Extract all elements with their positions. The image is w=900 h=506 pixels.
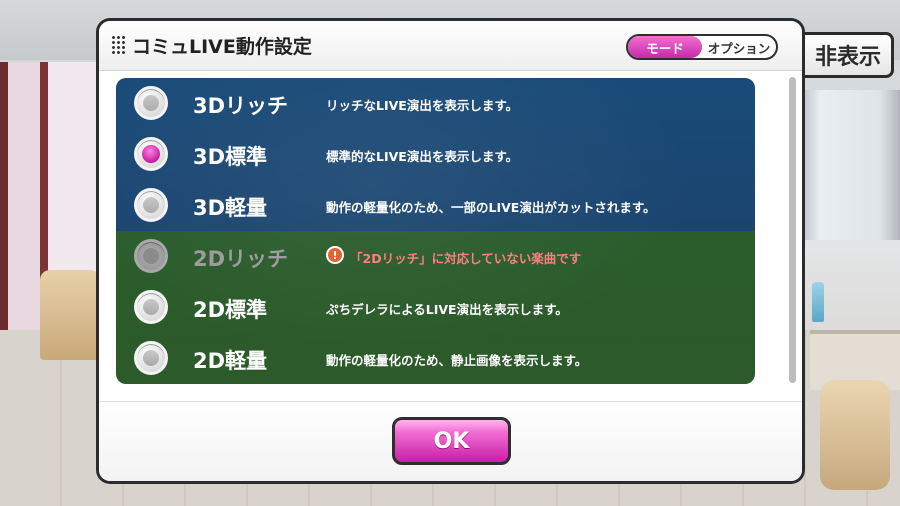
dialog-title: コミュLIVE動作設定 [132, 36, 312, 58]
radio-button[interactable] [134, 341, 168, 375]
option-warning: 「2Dリッチ」に対応していない楽曲です [350, 251, 582, 266]
option-label: 2Dリッチ [193, 247, 289, 271]
warning-icon: ! [326, 246, 344, 264]
tab-option[interactable]: オプション [702, 36, 776, 58]
option-description: 動作の軽量化のため、一部のLIVE演出がカットされます。 [326, 200, 656, 215]
options-panel: 3Dリッチ リッチなLIVE演出を表示します。 3D標準 標準的なLIVE演出を… [116, 78, 755, 384]
option-description: 標準的なLIVE演出を表示します。 [326, 149, 519, 164]
option-row-3d-standard[interactable]: 3D標準 標準的なLIVE演出を表示します。 [116, 129, 755, 180]
option-description: ぷちデレラによるLIVE演出を表示します。 [326, 302, 568, 317]
dialog-header: コミュLIVE動作設定 モード オプション [99, 21, 802, 71]
scrollbar-thumb[interactable] [789, 77, 796, 383]
option-description: リッチなLIVE演出を表示します。 [326, 98, 519, 113]
option-label: 3D標準 [193, 145, 268, 169]
background-window-right [800, 90, 900, 240]
radio-button[interactable] [134, 86, 168, 120]
option-row-3d-light[interactable]: 3D軽量 動作の軽量化のため、一部のLIVE演出がカットされます。 [116, 180, 755, 231]
grip-icon [111, 35, 125, 55]
radio-button-selected[interactable] [134, 137, 168, 171]
option-row-2d-rich: 2Dリッチ ! 「2Dリッチ」に対応していない楽曲です [116, 231, 755, 282]
option-row-2d-standard[interactable]: 2D標準 ぷちデレラによるLIVE演出を表示します。 [116, 282, 755, 333]
radio-button[interactable] [134, 290, 168, 324]
settings-dialog: コミュLIVE動作設定 モード オプション 3Dリッチ リッチなLIVE演出を表… [96, 18, 805, 484]
background-chair [40, 270, 100, 360]
background-bottle [812, 282, 824, 322]
option-label: 3D軽量 [193, 196, 268, 220]
background-chair-right [820, 380, 890, 490]
radio-button[interactable] [134, 188, 168, 222]
option-label: 3Dリッチ [193, 94, 289, 118]
mode-option-toggle: モード オプション [626, 34, 778, 60]
option-label: 2D標準 [193, 298, 268, 322]
hide-ui-label: 非表示 [814, 45, 881, 70]
option-label: 2D軽量 [193, 349, 268, 373]
dialog-body: コミュLIVE動作設定 モード オプション 3Dリッチ リッチなLIVE演出を表… [99, 21, 802, 481]
option-row-3d-rich[interactable]: 3Dリッチ リッチなLIVE演出を表示します。 [116, 78, 755, 129]
radio-button-disabled [134, 239, 168, 273]
tab-mode[interactable]: モード [628, 36, 702, 58]
scrollbar[interactable] [789, 77, 796, 383]
option-row-2d-light[interactable]: 2D軽量 動作の軽量化のため、静止画像を表示します。 [116, 333, 755, 384]
option-description: 動作の軽量化のため、静止画像を表示します。 [326, 353, 588, 368]
ok-button[interactable]: OK [392, 417, 511, 465]
